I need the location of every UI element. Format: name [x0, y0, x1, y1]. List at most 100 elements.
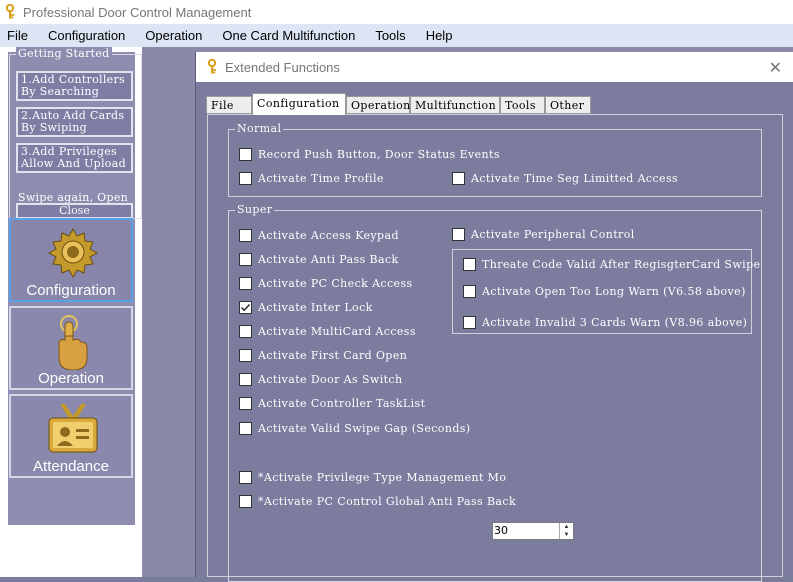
threate-code-valid-checkbox[interactable]: Threate Code Valid After RegisgterCard S…: [463, 258, 760, 271]
activate-peripheral-control-checkbox[interactable]: Activate Peripheral Control: [452, 228, 635, 241]
spinbox-value[interactable]: 30: [493, 523, 559, 539]
invalid-3-cards-warn-checkbox[interactable]: Activate Invalid 3 Cards Warn (V8.96 abo…: [463, 316, 747, 329]
key-icon: [207, 59, 217, 74]
checkbox-box[interactable]: [239, 349, 252, 362]
checkbox-label: Activate Peripheral Control: [471, 228, 635, 241]
checkbox-label: Threate Code Valid After RegisgterCard S…: [482, 258, 761, 271]
normal-group-title: Normal: [235, 122, 284, 135]
add-privileges-button[interactable]: 3.Add Privileges Allow And Upload: [16, 143, 133, 173]
checkbox-box[interactable]: [239, 397, 252, 410]
activate-time-seg-checkbox[interactable]: Activate Time Seg Limitted Access: [452, 172, 678, 185]
dialog-title: Extended Functions: [225, 59, 340, 75]
getting-started-title: Getting Started: [16, 47, 112, 60]
tab-operation[interactable]: Operation: [346, 96, 410, 114]
tab-file[interactable]: File: [206, 96, 252, 114]
checkbox-label: Activate Invalid 3 Cards Warn (V8.96 abo…: [482, 316, 748, 329]
menu-help[interactable]: Help: [426, 28, 453, 43]
checkbox-label: Activate Time Seg Limitted Access: [471, 172, 679, 185]
step2-line2: By Swiping: [21, 121, 87, 134]
checkbox-box[interactable]: [239, 325, 252, 338]
tab-tools[interactable]: Tools: [500, 96, 545, 114]
open-too-long-warn-checkbox[interactable]: Activate Open Too Long Warn (V6.58 above…: [463, 285, 746, 298]
checkbox-box[interactable]: [239, 422, 252, 435]
tab-multifunction[interactable]: Multifunction: [410, 96, 500, 114]
checkbox-label: *Activate PC Control Global Anti Pass Ba…: [258, 495, 517, 508]
activate-first-card-open-checkbox[interactable]: Activate First Card Open: [239, 349, 407, 362]
activate-valid-swipe-gap-checkbox[interactable]: Activate Valid Swipe Gap (Seconds): [239, 422, 471, 435]
checkbox-box[interactable]: [239, 495, 252, 508]
checkbox-box[interactable]: [239, 253, 252, 266]
menu-tools[interactable]: Tools: [375, 28, 405, 43]
checkbox-label: *Activate Privilege Type Management Mo: [258, 471, 507, 484]
checkbox-box[interactable]: [463, 316, 476, 329]
activate-anti-pass-back-checkbox[interactable]: Activate Anti Pass Back: [239, 253, 399, 266]
nav-attendance[interactable]: Attendance: [9, 394, 133, 478]
checkbox-label: Activate Valid Swipe Gap (Seconds): [258, 422, 471, 435]
tab-other[interactable]: Other: [545, 96, 591, 114]
nav-attendance-label: Attendance: [33, 458, 109, 475]
getting-started-group: Getting Started 1.Add Controllers By Sea…: [9, 47, 142, 219]
checkbox-label: Activate First Card Open: [258, 349, 408, 362]
dialog-title-bar: Extended Functions ✕: [196, 52, 793, 82]
spinbox-arrows: ▲ ▼: [559, 523, 573, 539]
activate-controller-tasklist-checkbox[interactable]: Activate Controller TaskList: [239, 397, 425, 410]
close-button[interactable]: Close: [16, 203, 133, 219]
left-panel-inner: Getting Started 1.Add Controllers By Sea…: [8, 47, 142, 525]
checkbox-label: Activate MultiCard Access: [258, 325, 416, 338]
nav-configuration-label: Configuration: [26, 282, 116, 299]
menu-one-card-multifunction[interactable]: One Card Multifunction: [222, 28, 355, 43]
step1-line2: By Searching: [21, 85, 100, 98]
peripheral-subgroup: Threate Code Valid After RegisgterCard S…: [452, 249, 760, 334]
activate-time-profile-checkbox[interactable]: Activate Time Profile: [239, 172, 384, 185]
menu-operation[interactable]: Operation: [145, 28, 202, 43]
extended-functions-dialog: Extended Functions ✕ File Configuration …: [195, 52, 793, 582]
id-badge-icon: [48, 404, 98, 453]
spin-up-icon[interactable]: ▲: [560, 523, 573, 531]
activate-door-as-switch-checkbox[interactable]: Activate Door As Switch: [239, 373, 402, 386]
super-group-title: Super: [235, 203, 275, 216]
checkmark-icon: [241, 304, 251, 312]
checkbox-label: Activate Controller TaskList: [258, 397, 426, 410]
checkbox-box[interactable]: [463, 285, 476, 298]
checkbox-label: Record Push Button, Door Status Events: [258, 148, 500, 161]
hand-pointer-icon: [58, 315, 88, 370]
checkbox-box[interactable]: [239, 148, 252, 161]
checkbox-box[interactable]: [239, 172, 252, 185]
normal-group: Normal Record Push Button, Door Status E…: [228, 122, 762, 197]
activate-inter-lock-checkbox[interactable]: Activate Inter Lock: [239, 301, 373, 314]
menu-file[interactable]: File: [7, 28, 28, 43]
activate-access-keypad-checkbox[interactable]: Activate Access Keypad: [239, 229, 399, 242]
nav-operation[interactable]: Operation: [9, 306, 133, 390]
activate-multicard-access-checkbox[interactable]: Activate MultiCard Access: [239, 325, 416, 338]
checkbox-box[interactable]: [239, 229, 252, 242]
left-panel: Getting Started 1.Add Controllers By Sea…: [0, 47, 142, 577]
close-icon[interactable]: ✕: [769, 58, 782, 78]
privilege-type-spinbox[interactable]: 30 ▲ ▼: [492, 522, 574, 540]
checkbox-box[interactable]: [463, 258, 476, 271]
checkbox-box[interactable]: [239, 277, 252, 290]
step3-line2: Allow And Upload: [21, 157, 126, 170]
add-controllers-button[interactable]: 1.Add Controllers By Searching: [16, 71, 133, 101]
auto-add-cards-button[interactable]: 2.Auto Add Cards By Swiping: [16, 107, 133, 137]
record-push-button-checkbox[interactable]: Record Push Button, Door Status Events: [239, 148, 500, 161]
checkbox-box[interactable]: [452, 228, 465, 241]
checkbox-label: Activate Open Too Long Warn (V6.58 above…: [482, 285, 746, 298]
checkbox-box[interactable]: [239, 471, 252, 484]
checkbox-box[interactable]: [239, 301, 252, 314]
pc-control-global-anti-pass-back-checkbox[interactable]: *Activate PC Control Global Anti Pass Ba…: [239, 495, 516, 508]
menu-bar: File Configuration Operation One Card Mu…: [0, 24, 793, 47]
nav-configuration[interactable]: Configuration: [9, 218, 133, 302]
checkbox-label: Activate Access Keypad: [258, 229, 399, 242]
menu-configuration[interactable]: Configuration: [48, 28, 125, 43]
checkbox-box[interactable]: [452, 172, 465, 185]
checkbox-label: Activate Inter Lock: [258, 301, 373, 314]
spin-down-icon[interactable]: ▼: [560, 531, 573, 539]
checkbox-label: Activate Door As Switch: [258, 373, 403, 386]
tab-configuration[interactable]: Configuration: [252, 93, 346, 115]
checkbox-box[interactable]: [239, 373, 252, 386]
configuration-panel: Normal Record Push Button, Door Status E…: [207, 114, 783, 582]
app-title: Professional Door Control Management: [23, 4, 252, 20]
privilege-type-management-checkbox[interactable]: *Activate Privilege Type Management Mo: [239, 471, 506, 484]
activate-pc-check-access-checkbox[interactable]: Activate PC Check Access: [239, 277, 413, 290]
checkbox-label: Activate PC Check Access: [258, 277, 413, 290]
